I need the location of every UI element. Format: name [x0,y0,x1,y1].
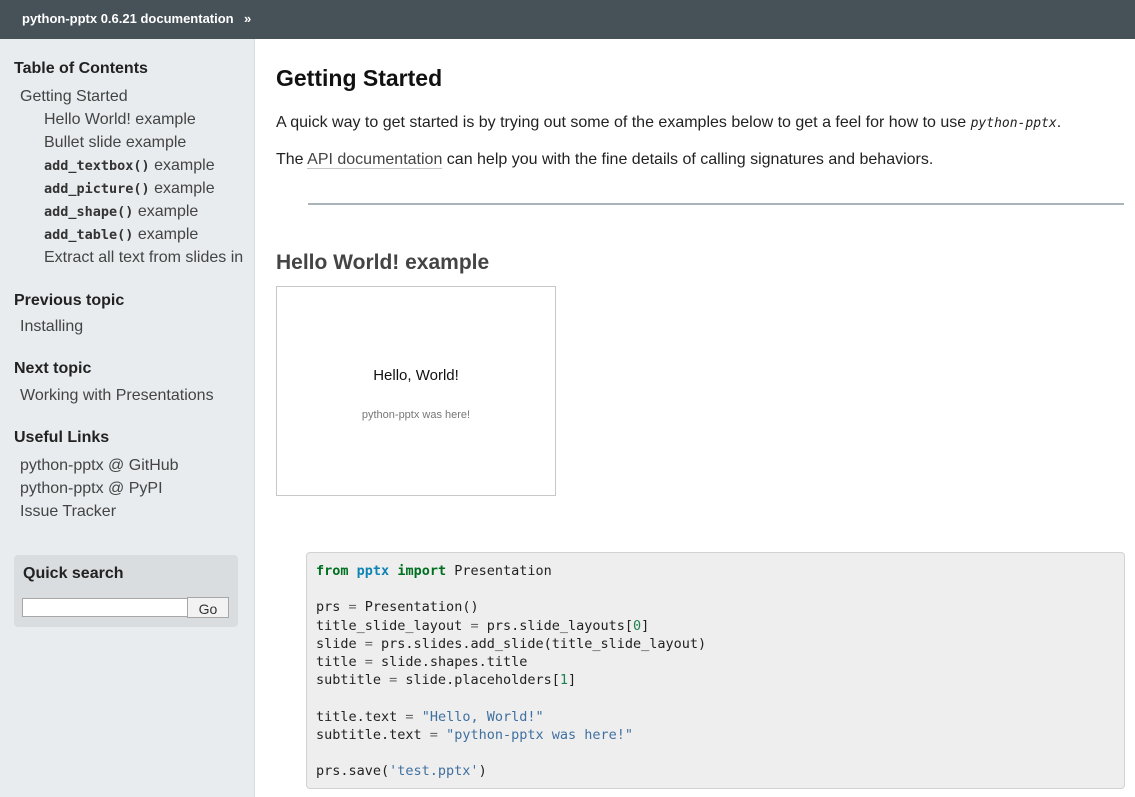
search-go-button[interactable]: Go [187,597,229,618]
code-token: slide [316,635,365,652]
code-token: = [364,635,373,652]
code-token: import [397,563,447,579]
toc-item[interactable]: Bullet slide example [44,134,186,152]
toc-item[interactable]: add_picture() example [44,180,215,198]
code-token: "python-pptx was here!" [446,726,634,743]
toc-item-label: example [149,180,215,197]
code-token: slide.placeholders[ [397,672,560,689]
previous-topic-link[interactable]: Installing [20,318,83,336]
breadcrumb-separator: » [244,11,252,26]
toc-item[interactable]: Extract all text from slides in [44,249,243,267]
toc-item-code: add_textbox() [44,158,150,174]
toc-item-label: example [149,157,215,174]
api-suffix: can help you with the fine details of ca… [442,151,934,168]
code-token: prs.save( [316,763,390,780]
github-link[interactable]: python-pptx @ GitHub [20,457,179,475]
code-token: subtitle [316,672,390,689]
code-token: = [364,653,373,670]
search-input[interactable] [22,598,188,617]
quick-search-heading: Quick search [23,565,124,582]
code-line: subtitle.text = "python-pptx was here!" [316,726,1124,744]
page-title: Getting Started [276,65,443,91]
code-token: = [470,617,479,634]
toc-heading: Table of Contents [14,60,148,77]
code-line: prs.save('test.pptx') [316,762,1124,780]
code-token: slide.shapes.title [372,653,528,670]
toc-item-label: Getting Started [20,88,128,105]
code-line: title_slide_layout = prs.slide_layouts[0… [316,617,1124,635]
intro-end: . [1056,114,1062,131]
toc-item-label: Bullet slide example [44,134,187,151]
api-documentation-link[interactable]: API documentation [307,151,443,169]
code-token: 1 [559,672,568,689]
code-token: title [316,653,365,670]
toc-item[interactable]: add_table() example [44,226,198,244]
code-token: Presentation [446,563,552,579]
pypi-link[interactable]: python-pptx @ PyPI [20,480,163,498]
package-name: python-pptx [970,116,1057,131]
slide-preview-image: Hello, World! python-pptx was here! [276,286,556,496]
code-token: ) [478,763,487,780]
code-line: title = slide.shapes.title [316,653,1124,671]
code-token: prs [316,599,349,616]
toc-item-code: add_shape() [44,204,134,220]
useful-links-heading: Useful Links [14,429,110,446]
toc-item[interactable]: add_shape() example [44,203,198,221]
slide-subtitle-text: python-pptx was here! [361,409,471,421]
code-line: prs = Presentation() [316,598,1124,616]
code-block: from pptx import Presentation prs = Prese… [306,552,1125,789]
intro-text: A quick way to get started is by trying … [276,114,971,131]
code-token: 0 [633,617,642,634]
section-divider [308,203,1124,205]
code-token: Presentation() [356,599,479,616]
previous-topic-heading: Previous topic [14,292,125,309]
toc-item-label: example [133,203,199,220]
code-token: ] [641,617,650,634]
api-paragraph: The API documentation can help you with … [276,151,933,169]
toc-item-label: Extract all text from slides in [44,249,244,266]
sidebar: Table of Contents Getting Started Hello W… [0,39,255,797]
quick-search-panel: Quick search Go [14,555,238,627]
code-token: = [348,599,357,616]
section-heading-hello-world: Hello World! example [276,251,490,274]
code-token: ] [568,672,577,689]
home-link[interactable]: python-pptx 0.6.21 documentation [22,11,234,26]
code-token: "Hello, World!" [421,708,544,725]
toc-item[interactable]: add_textbox() example [44,157,215,175]
code-line: slide = prs.slides.add_slide(title_slide… [316,635,1124,653]
code-token: 'test.pptx' [389,763,479,780]
top-nav-bar: python-pptx 0.6.21 documentation » [0,0,1135,39]
code-token: = [429,726,438,743]
main-content: Getting Started A quick way to get start… [276,39,1126,797]
next-topic-link[interactable]: Working with Presentations [20,387,214,405]
code-line: title.text = "Hello, World!" [316,708,1124,726]
code-token: prs.slide_layouts[ [478,617,634,634]
intro-paragraph: A quick way to get started is by trying … [276,114,1061,132]
code-line: from pptx import Presentation [316,562,1124,580]
issue-tracker-link[interactable]: Issue Tracker [20,503,116,521]
toc-item-code: add_picture() [44,181,150,197]
code-token: title.text [316,708,406,725]
toc-item[interactable]: Hello World! example [44,111,196,129]
slide-title-text: Hello, World! [373,367,459,384]
code-token: subtitle.text [316,726,430,743]
code-token: = [405,708,414,725]
code-token: pptx [356,563,390,579]
toc-item-code: add_table() [44,227,134,243]
toc-item-label: example [133,226,199,243]
toc-item-label: Hello World! example [44,111,196,128]
code-token: prs.slides.add_slide(title_slide_layout) [372,635,707,652]
code-line: subtitle = slide.placeholders[1] [316,671,1124,689]
code-token: title_slide_layout [316,617,471,634]
api-prefix: The [276,151,308,168]
code-token: from [316,563,349,579]
toc-item[interactable]: Getting Started [20,88,128,106]
next-topic-heading: Next topic [14,360,92,377]
